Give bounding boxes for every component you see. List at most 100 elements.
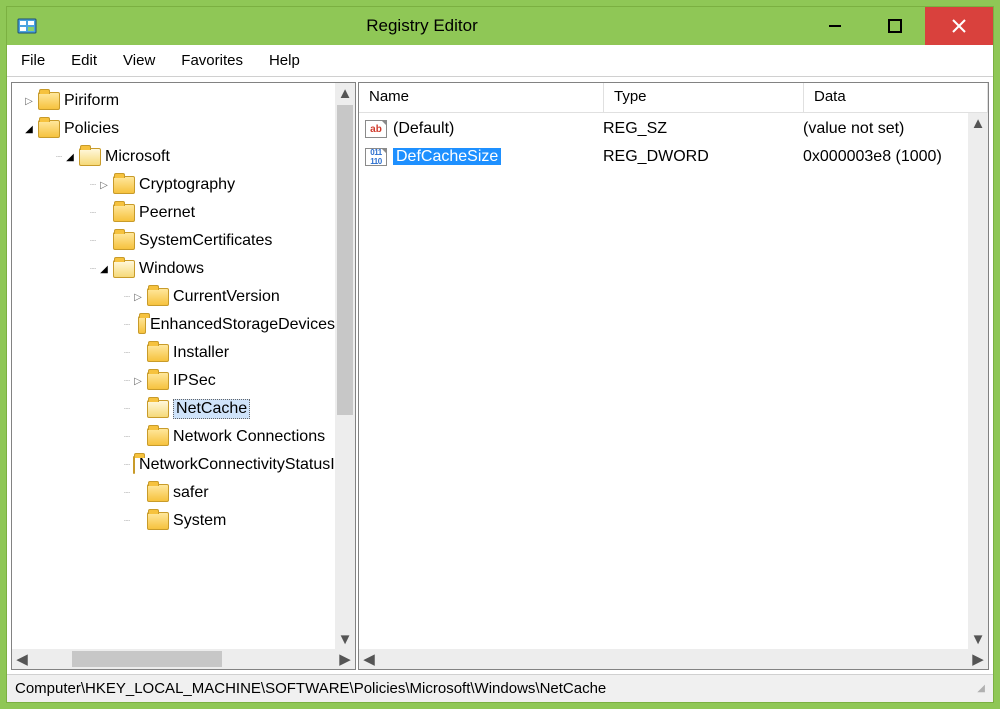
tree-item[interactable]: ┈EnhancedStorageDevices: [16, 311, 335, 339]
menu-help[interactable]: Help: [259, 48, 316, 73]
tree-item-label: Network Connections: [173, 428, 325, 446]
tree-line-icon: [97, 206, 111, 220]
scroll-thumb[interactable]: [72, 651, 222, 667]
tree-line-icon: [131, 402, 145, 416]
folder-icon: [147, 344, 169, 362]
close-button[interactable]: [925, 7, 993, 45]
value-data: (value not set): [803, 120, 968, 138]
app-icon: [15, 14, 39, 38]
tree-line-icon: ┈: [124, 460, 129, 471]
column-type[interactable]: Type: [604, 83, 804, 112]
tree-item-label: safer: [173, 484, 209, 502]
tree-item[interactable]: ┈ Network Connections: [16, 423, 335, 451]
menu-file[interactable]: File: [15, 48, 61, 73]
folder-icon: [113, 232, 135, 250]
tree-item-label: Cryptography: [139, 176, 235, 194]
maximize-button[interactable]: [865, 7, 925, 45]
tree-line-icon: ┈: [90, 180, 95, 191]
value-data: 0x000003e8 (1000): [803, 148, 968, 166]
tree-item[interactable]: ┈System: [16, 507, 335, 535]
window-title: Registry Editor: [39, 16, 805, 36]
values-list[interactable]: ab(Default)REG_SZ(value not set)011110De…: [359, 113, 968, 649]
expand-icon[interactable]: ▷: [131, 290, 145, 304]
tree-line-icon: ┈: [124, 404, 129, 415]
folder-icon: [147, 288, 169, 306]
expand-icon[interactable]: ▷: [22, 94, 36, 108]
tree-item[interactable]: ┈▷ IPSec: [16, 367, 335, 395]
scroll-right-icon[interactable]: ▶: [335, 650, 355, 668]
values-horizontal-scrollbar[interactable]: ◀ ▶: [359, 649, 988, 669]
tree-item[interactable]: ▷Piriform: [16, 87, 335, 115]
tree-line-icon: ┈: [124, 320, 129, 331]
scroll-down-icon[interactable]: ▼: [335, 629, 355, 649]
menu-bar: File Edit View Favorites Help: [7, 45, 993, 77]
tree-item[interactable]: ┈▷CurrentVersion: [16, 283, 335, 311]
scroll-left-icon[interactable]: ◀: [12, 650, 32, 668]
minimize-button[interactable]: [805, 7, 865, 45]
tree-horizontal-scrollbar[interactable]: ◀ ▶: [12, 649, 355, 669]
tree-line-icon: ┈: [124, 292, 129, 303]
folder-icon: [38, 92, 60, 110]
tree-item[interactable]: ┈ Peernet: [16, 199, 335, 227]
tree-vertical-scrollbar[interactable]: ▲ ▼: [335, 83, 355, 649]
tree-line-icon: [131, 346, 145, 360]
tree-item-label: IPSec: [173, 372, 216, 390]
menu-favorites[interactable]: Favorites: [171, 48, 259, 73]
tree-item[interactable]: ┈ NetworkConnectivityStatusIndicator: [16, 451, 335, 479]
scroll-right-icon[interactable]: ▶: [968, 650, 988, 668]
tree-line-icon: ┈: [90, 208, 95, 219]
expand-icon[interactable]: ▷: [131, 374, 145, 388]
folder-icon: [113, 260, 135, 278]
tree-item[interactable]: ┈◢ Windows: [16, 255, 335, 283]
resize-grip-icon[interactable]: ◢: [977, 687, 985, 691]
collapse-icon[interactable]: ◢: [63, 150, 77, 164]
tree-line-icon: ┈: [90, 264, 95, 275]
value-row[interactable]: ab(Default)REG_SZ(value not set): [359, 115, 968, 143]
folder-icon: [113, 176, 135, 194]
tree-item-label: Installer: [173, 344, 229, 362]
values-pane: Name Type Data ab(Default)REG_SZ(value n…: [358, 82, 989, 670]
tree-item[interactable]: ◢Policies: [16, 115, 335, 143]
tree-item-label: Peernet: [139, 204, 195, 222]
collapse-icon[interactable]: ◢: [97, 262, 111, 276]
title-bar[interactable]: Registry Editor: [7, 7, 993, 45]
menu-view[interactable]: View: [113, 48, 171, 73]
status-text: Computer\HKEY_LOCAL_MACHINE\SOFTWARE\Pol…: [15, 680, 606, 697]
column-data[interactable]: Data: [804, 83, 988, 112]
value-name: (Default): [393, 120, 603, 138]
column-headers[interactable]: Name Type Data: [359, 83, 988, 113]
tree-item[interactable]: ┈◢Microsoft: [16, 143, 335, 171]
scroll-up-icon[interactable]: ▲: [335, 83, 355, 103]
tree-item[interactable]: ┈ Installer: [16, 339, 335, 367]
folder-icon: [133, 456, 135, 474]
tree-item[interactable]: ┈safer: [16, 479, 335, 507]
scroll-left-icon[interactable]: ◀: [359, 650, 379, 668]
values-vertical-scrollbar[interactable]: ▲ ▼: [968, 113, 988, 649]
expand-icon[interactable]: ▷: [97, 178, 111, 192]
tree-line-icon: ┈: [124, 376, 129, 387]
tree-item[interactable]: ┈SystemCertificates: [16, 227, 335, 255]
scroll-down-icon[interactable]: ▼: [968, 629, 988, 649]
tree-item[interactable]: ┈NetCache: [16, 395, 335, 423]
menu-edit[interactable]: Edit: [61, 48, 113, 73]
value-row[interactable]: 011110DefCacheSizeREG_DWORD0x000003e8 (1…: [359, 143, 968, 171]
tree-line-icon: ┈: [124, 348, 129, 359]
registry-tree[interactable]: ▷Piriform◢Policies┈◢Microsoft┈▷Cryptogra…: [12, 83, 335, 649]
tree-item-label: Microsoft: [105, 148, 170, 166]
folder-icon: [147, 512, 169, 530]
tree-item-label: NetworkConnectivityStatusIndicator: [139, 456, 335, 474]
collapse-icon[interactable]: ◢: [22, 122, 36, 136]
tree-line-icon: ┈: [124, 432, 129, 443]
folder-icon: [147, 428, 169, 446]
column-name[interactable]: Name: [359, 83, 604, 112]
tree-item[interactable]: ┈▷ Cryptography: [16, 171, 335, 199]
tree-item-label: Windows: [139, 260, 204, 278]
tree-item-label: System: [173, 512, 226, 530]
folder-icon: [147, 372, 169, 390]
folder-icon: [147, 400, 169, 418]
value-name: DefCacheSize: [393, 148, 603, 166]
tree-line-icon: [131, 430, 145, 444]
scroll-up-icon[interactable]: ▲: [968, 113, 988, 133]
scroll-thumb[interactable]: [337, 105, 353, 415]
value-type: REG_DWORD: [603, 148, 803, 166]
